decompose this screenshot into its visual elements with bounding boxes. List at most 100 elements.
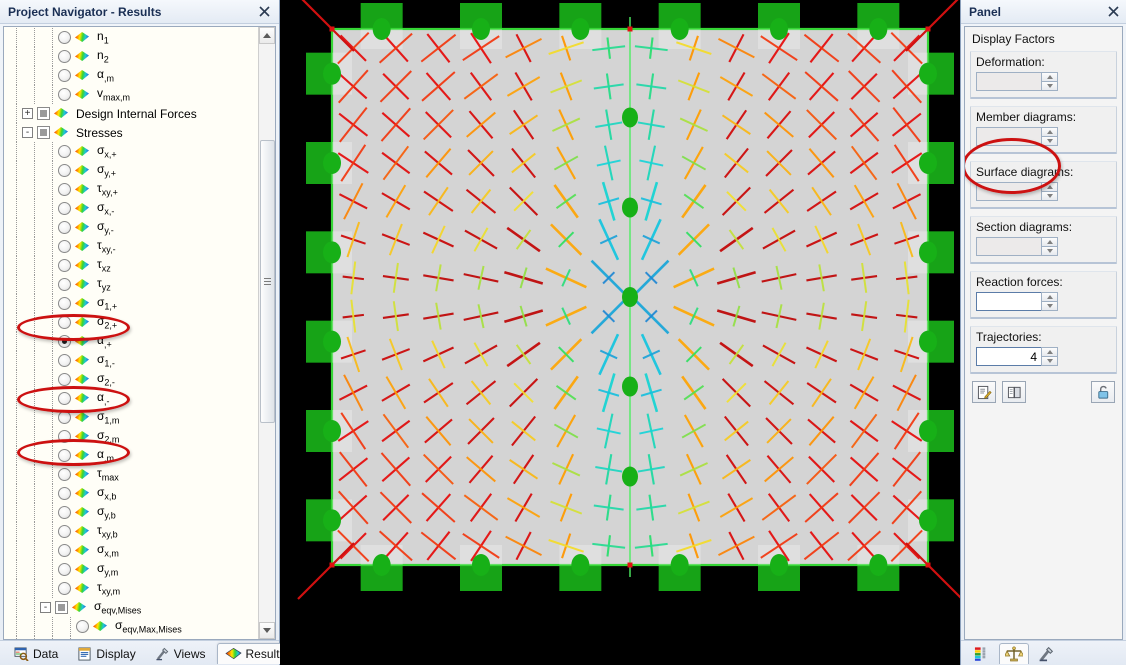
center-axis-node — [622, 287, 638, 307]
tree-item-sigma-eqv-max-mises[interactable]: σeqv,Max,Mises — [4, 617, 258, 636]
results-tree[interactable]: n1 n2 α,m vmax,m + Design Internal Forces - Str… — [4, 27, 258, 639]
tree-radio-tau-xy-plus[interactable] — [58, 183, 71, 196]
tree-item-sigma-2-plus[interactable]: σ2,+ — [4, 313, 258, 332]
tree-item-sigma-y-plus[interactable]: σy,+ — [4, 161, 258, 180]
tree-item-sigma-2-m[interactable]: σ2,m — [4, 427, 258, 446]
tree-radio-sigma-1-m[interactable] — [58, 411, 71, 424]
tree-radio-sigma-x-minus[interactable] — [58, 202, 71, 215]
tree-radio-tau-yz[interactable] — [58, 278, 71, 291]
tree-item-tau-xy-plus[interactable]: τxy,+ — [4, 180, 258, 199]
tree-item-sigma-eqv-mises[interactable]: - σeqv,Mises — [4, 598, 258, 617]
tree-radio-sigma-y-m[interactable] — [58, 563, 71, 576]
tree-item-sigma-x-plus[interactable]: σx,+ — [4, 142, 258, 161]
tree-radio-sigma-x-plus[interactable] — [58, 145, 71, 158]
tree-item-sigma-2-minus[interactable]: σ2,- — [4, 370, 258, 389]
spinner-down-reaction-forces[interactable] — [1041, 301, 1058, 311]
tree-item-tau-xz[interactable]: τxz — [4, 256, 258, 275]
tree-item-sigma-y-m[interactable]: σy,m — [4, 560, 258, 579]
panel-tab-factors[interactable] — [999, 643, 1029, 664]
tree-radio-sigma-x-b[interactable] — [58, 487, 71, 500]
unlocked-padlock-icon[interactable] — [1091, 381, 1115, 403]
tree-radio-tau-xy-b[interactable] — [58, 525, 71, 538]
tree-checkbox-design-internal-forces[interactable] — [37, 107, 50, 120]
tree-item-tau-max[interactable]: τmax — [4, 465, 258, 484]
tree-item-design-internal-forces[interactable]: + Design Internal Forces — [4, 104, 258, 123]
spinner-down-trajectories[interactable] — [1041, 356, 1058, 366]
tree-item-sigma-x-b[interactable]: σx,b — [4, 484, 258, 503]
scrollbar-thumb[interactable] — [260, 140, 275, 423]
tree-vertical-scrollbar[interactable] — [258, 27, 275, 639]
copy-icon[interactable] — [1002, 381, 1026, 403]
tree-item-sigma-1-minus[interactable]: σ1,- — [4, 351, 258, 370]
tree-radio-tau-xz[interactable] — [58, 259, 71, 272]
tree-item-alpha-minus[interactable]: α,- — [4, 389, 258, 408]
tree-item-label: α,- — [97, 390, 110, 407]
tree-item-tau-xy-b[interactable]: τxy,b — [4, 522, 258, 541]
tree-item-tau-yz[interactable]: τyz — [4, 275, 258, 294]
close-icon[interactable] — [1104, 3, 1122, 21]
tree-item-n1[interactable]: n1 — [4, 28, 258, 47]
tree-checkbox-stresses[interactable] — [37, 126, 50, 139]
tree-item-label: σ2,m — [97, 428, 120, 445]
tree-item-label: σ1,m — [97, 409, 120, 426]
tree-item-sigma-eqv-plus-mises[interactable]: σeqv,+,Mises — [4, 636, 258, 639]
navigator-tab-views[interactable]: Views — [147, 643, 214, 664]
tree-radio-sigma-y-plus[interactable] — [58, 164, 71, 177]
input-reaction-forces[interactable] — [976, 292, 1041, 311]
tree-radio-vmax-m[interactable] — [58, 88, 71, 101]
tree-item-sigma-y-b[interactable]: σy,b — [4, 503, 258, 522]
tree-radio-alpha-m-1[interactable] — [58, 69, 71, 82]
spinner-up-reaction-forces[interactable] — [1041, 292, 1058, 301]
tree-item-alpha-plus[interactable]: α,+ — [4, 332, 258, 351]
tree-radio-sigma-eqv-max-mises[interactable] — [76, 620, 89, 633]
tree-item-sigma-1-m[interactable]: σ1,m — [4, 408, 258, 427]
tree-radio-sigma-1-plus[interactable] — [58, 297, 71, 310]
tree-radio-alpha-plus[interactable] — [58, 335, 71, 348]
tree-radio-alpha-minus[interactable] — [58, 392, 71, 405]
scroll-up-arrow-icon[interactable] — [259, 27, 275, 44]
tree-radio-sigma-2-plus[interactable] — [58, 316, 71, 329]
tree-expander-design-internal-forces[interactable]: + — [22, 108, 33, 119]
surface-results-icon — [74, 468, 91, 481]
surface-results-icon — [74, 240, 91, 253]
tree-radio-sigma-y-b[interactable] — [58, 506, 71, 519]
spinner-reaction-forces[interactable] — [976, 292, 1058, 311]
tree-expander-sigma-eqv-mises[interactable]: - — [40, 602, 51, 613]
tree-item-sigma-x-minus[interactable]: σx,- — [4, 199, 258, 218]
tree-radio-sigma-2-minus[interactable] — [58, 373, 71, 386]
tree-item-sigma-1-plus[interactable]: σ1,+ — [4, 294, 258, 313]
model-3d-view[interactable] — [280, 0, 960, 665]
tree-item-tau-xy-m[interactable]: τxy,m — [4, 579, 258, 598]
tree-radio-tau-xy-m[interactable] — [58, 582, 71, 595]
field-group-reaction-forces: Reaction forces: — [970, 271, 1117, 319]
tree-radio-alpha-m[interactable] — [58, 449, 71, 462]
navigator-tab-display[interactable]: Display — [69, 643, 143, 664]
tree-radio-sigma-x-m[interactable] — [58, 544, 71, 557]
tree-item-vmax-m[interactable]: vmax,m — [4, 85, 258, 104]
panel-tab-color-scale[interactable] — [967, 643, 997, 664]
tree-item-sigma-y-minus[interactable]: σy,- — [4, 218, 258, 237]
tree-item-alpha-m-1[interactable]: α,m — [4, 66, 258, 85]
input-trajectories[interactable] — [976, 347, 1041, 366]
tree-item-alpha-m[interactable]: α,m — [4, 446, 258, 465]
close-icon[interactable] — [255, 3, 273, 21]
tree-expander-stresses[interactable]: - — [22, 127, 33, 138]
tree-item-stresses[interactable]: - Stresses — [4, 123, 258, 142]
navigator-tab-data[interactable]: Data — [6, 643, 66, 664]
tree-radio-n2[interactable] — [58, 50, 71, 63]
spinner-up-trajectories[interactable] — [1041, 347, 1058, 356]
tree-radio-sigma-1-minus[interactable] — [58, 354, 71, 367]
edit-pencil-icon[interactable] — [972, 381, 996, 403]
tree-item-tau-xy-minus[interactable]: τxy,- — [4, 237, 258, 256]
scroll-down-arrow-icon[interactable] — [259, 622, 275, 639]
spinner-trajectories[interactable] — [976, 347, 1058, 366]
panel-tab-view-settings[interactable] — [1031, 643, 1061, 664]
tree-radio-tau-xy-minus[interactable] — [58, 240, 71, 253]
tree-item-n2[interactable]: n2 — [4, 47, 258, 66]
tree-item-sigma-x-m[interactable]: σx,m — [4, 541, 258, 560]
tree-radio-tau-max[interactable] — [58, 468, 71, 481]
tree-radio-sigma-2-m[interactable] — [58, 430, 71, 443]
tree-radio-sigma-y-minus[interactable] — [58, 221, 71, 234]
tree-radio-n1[interactable] — [58, 31, 71, 44]
tree-checkbox-sigma-eqv-mises[interactable] — [55, 601, 68, 614]
